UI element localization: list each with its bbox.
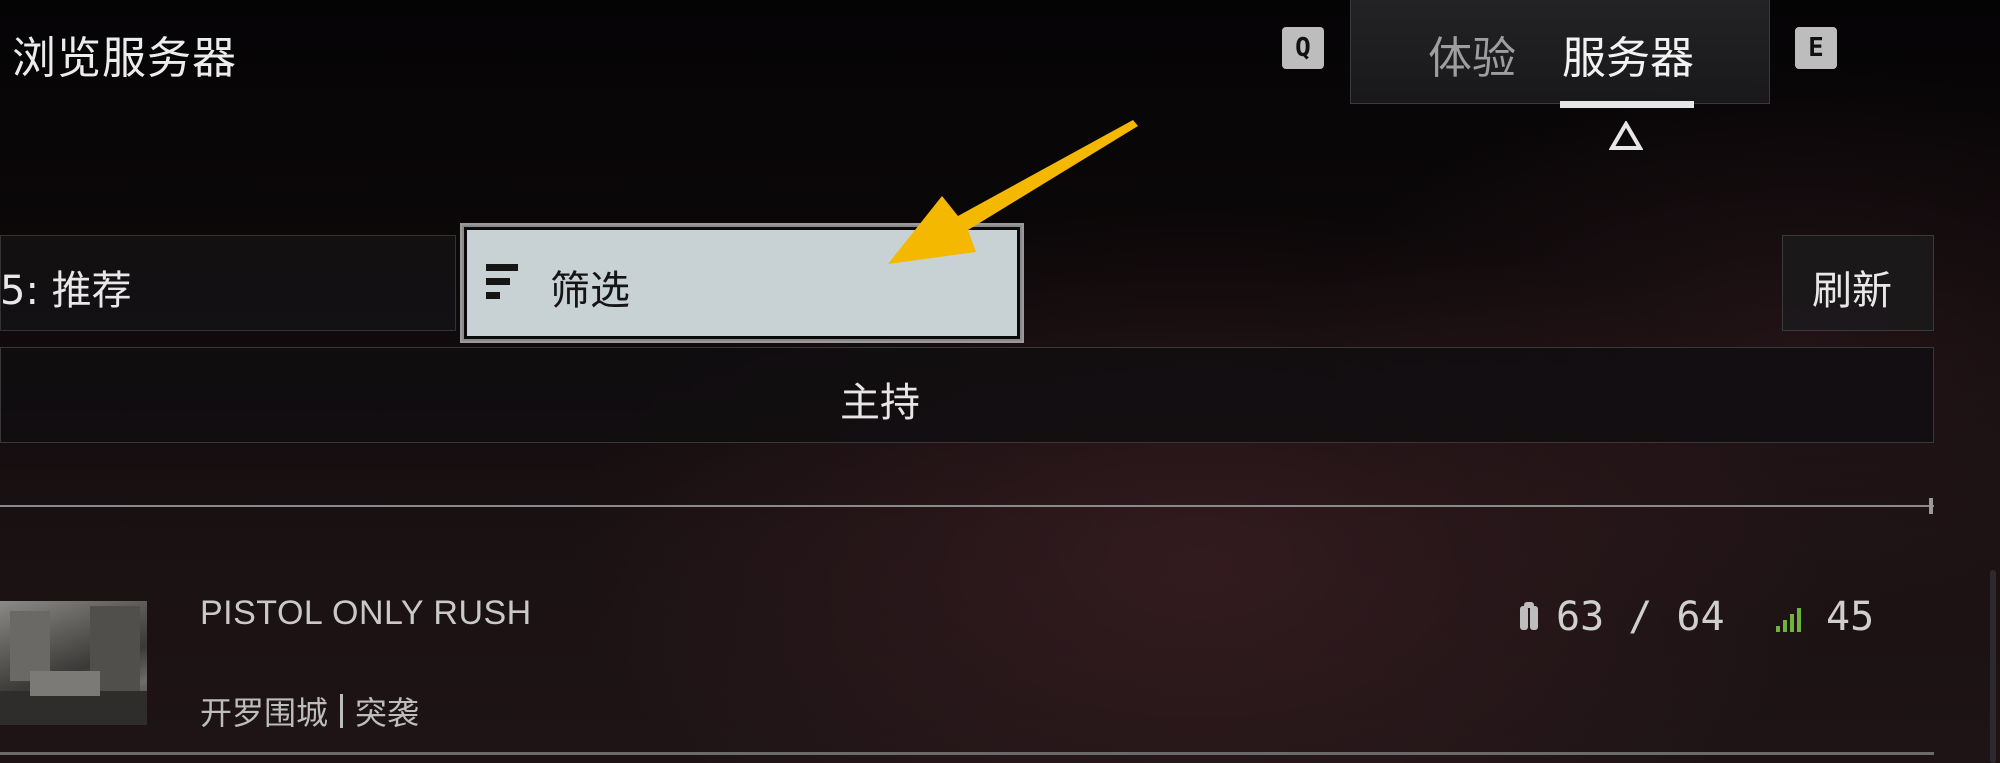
map-thumbnail bbox=[0, 601, 147, 725]
player-icon bbox=[1520, 602, 1538, 630]
ping-value: 45 bbox=[1826, 594, 1875, 640]
player-count: 63 / 64 bbox=[1556, 594, 1725, 640]
host-label: 主持 bbox=[840, 380, 920, 426]
key-hint-q[interactable]: Q bbox=[1282, 27, 1324, 69]
meta-separator bbox=[340, 694, 344, 728]
sort-label: 5: 推荐 bbox=[0, 268, 132, 314]
tab-bar bbox=[1350, 0, 1770, 104]
host-button[interactable] bbox=[0, 347, 1934, 443]
divider-tick bbox=[1929, 498, 1933, 514]
arrow-annotation-icon bbox=[888, 120, 1138, 264]
server-name: PISTOL ONLY RUSH bbox=[200, 594, 532, 632]
row-bottom-line bbox=[0, 752, 1934, 755]
filter-label: 筛选 bbox=[550, 268, 630, 314]
refresh-label: 刷新 bbox=[1812, 268, 1892, 314]
signal-bars-icon bbox=[1776, 608, 1801, 632]
tab-servers[interactable]: 服务器 bbox=[1562, 22, 1694, 86]
active-tab-underline bbox=[1560, 101, 1694, 108]
server-mode: 突袭 bbox=[355, 694, 420, 732]
server-map: 开罗围城 bbox=[200, 694, 329, 732]
list-divider bbox=[0, 505, 1934, 507]
key-hint-e[interactable]: E bbox=[1795, 27, 1837, 69]
filter-lines-icon bbox=[486, 264, 518, 299]
server-meta: 开罗围城 突袭 bbox=[200, 688, 419, 734]
page-title: 浏览服务器 bbox=[12, 33, 237, 84]
tab-experience[interactable]: 体验 bbox=[1428, 22, 1516, 86]
list-scrollbar[interactable] bbox=[1990, 570, 1996, 763]
triangle-caret-icon bbox=[1609, 121, 1643, 150]
